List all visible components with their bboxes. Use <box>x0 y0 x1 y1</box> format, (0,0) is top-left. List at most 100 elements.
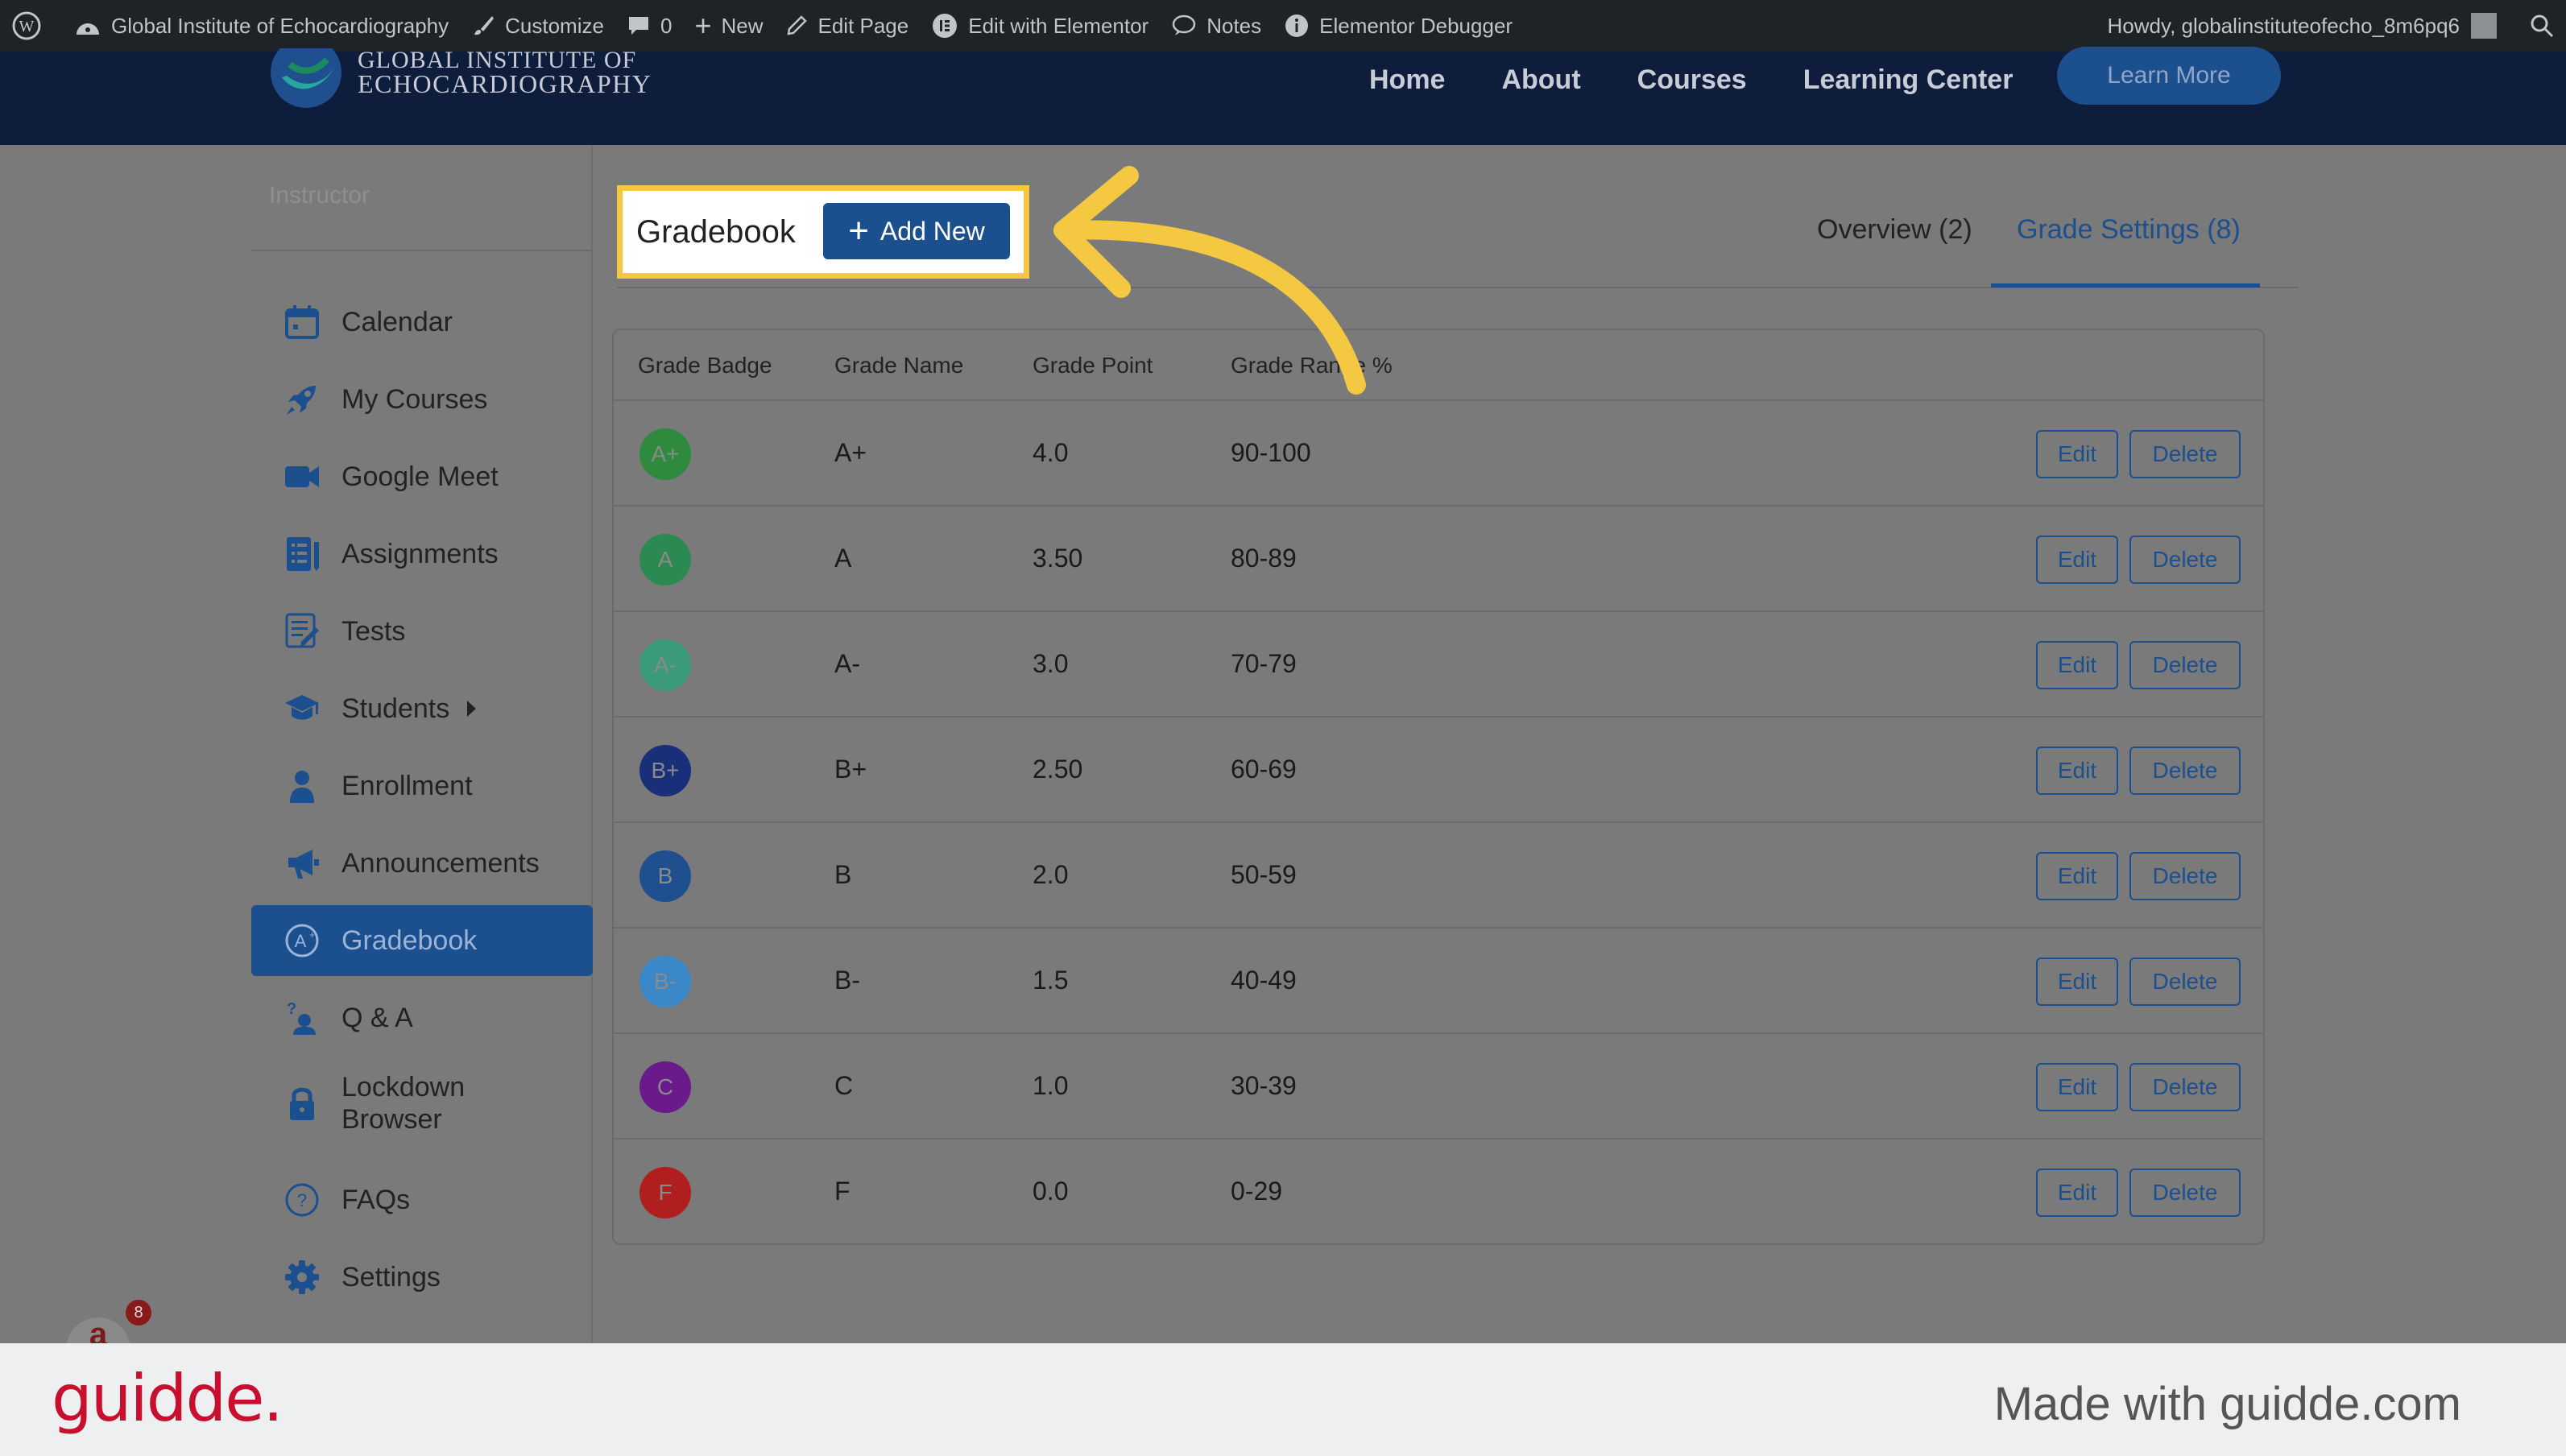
grade-range-cell: 90-100 <box>1231 438 1311 467</box>
edit-button[interactable]: Edit <box>2036 430 2118 478</box>
nav-courses[interactable]: Courses <box>1637 64 1747 96</box>
site-name-link[interactable]: Global Institute of Echocardiography <box>63 0 460 52</box>
delete-button[interactable]: Delete <box>2129 430 2241 478</box>
screen: W Global Institute of Echocardiography C… <box>0 0 2566 1456</box>
grade-badge: A <box>639 534 691 585</box>
sidebar-item-faqs[interactable]: ? FAQs <box>251 1164 593 1235</box>
sidebar-item-my-courses[interactable]: My Courses <box>251 364 593 435</box>
table-row: B- B- 1.5 40-49 Edit Delete <box>614 929 2263 1034</box>
delete-button[interactable]: Delete <box>2129 958 2241 1006</box>
sidebar-item-calendar[interactable]: Calendar <box>251 287 593 358</box>
sidebar-item-students[interactable]: Students <box>251 673 593 744</box>
sidebar-item-label: Assignments <box>341 538 499 569</box>
instructor-sidebar: Instructor Calendar My Courses Google Me… <box>0 145 593 1343</box>
sidebar-item-tests[interactable]: Tests <box>251 596 593 667</box>
edit-page-label: Edit Page <box>817 13 909 38</box>
edit-button[interactable]: Edit <box>2036 536 2118 584</box>
table-header: Grade Badge Grade Name Grade Point Grade… <box>614 330 2263 401</box>
avatar[interactable] <box>2471 13 2497 39</box>
nav-learning-center[interactable]: Learning Center <box>1803 64 2013 96</box>
notes-link[interactable]: Notes <box>1160 0 1273 52</box>
edit-button[interactable]: Edit <box>2036 641 2118 689</box>
main-nav: Home About Courses Learning Center <box>1369 52 2069 108</box>
grade-point-cell: 1.0 <box>1033 1071 1069 1100</box>
tab-overview[interactable]: Overview (2) <box>1817 214 1972 246</box>
megaphone-icon <box>284 845 321 882</box>
comments-link[interactable]: 0 <box>615 0 683 52</box>
edit-page-link[interactable]: Edit Page <box>774 0 920 52</box>
grade-name-cell: B <box>834 860 852 889</box>
edit-button[interactable]: Edit <box>2036 852 2118 900</box>
table-row: C C 1.0 30-39 Edit Delete <box>614 1034 2263 1140</box>
edit-elementor-link[interactable]: Edit with Elementor <box>920 0 1160 52</box>
sidebar-item-label: Enrollment <box>341 770 473 801</box>
sidebar-item-label: Students <box>341 693 450 724</box>
edit-button[interactable]: Edit <box>2036 747 2118 795</box>
info-icon <box>1285 14 1309 37</box>
user-icon <box>284 767 321 805</box>
delete-button[interactable]: Delete <box>2129 641 2241 689</box>
search-icon[interactable] <box>2529 13 2555 39</box>
nav-home[interactable]: Home <box>1369 64 1445 96</box>
sidebar-item-label: Gradebook <box>341 924 478 956</box>
nav-about[interactable]: About <box>1501 64 1580 96</box>
sidebar-item-announcements[interactable]: Announcements <box>251 828 593 899</box>
wordpress-logo-button[interactable]: W <box>0 0 63 52</box>
table-row: B B 2.0 50-59 Edit Delete <box>614 823 2263 929</box>
wp-admin-bar: W Global Institute of Echocardiography C… <box>0 0 2566 52</box>
customize-link[interactable]: Customize <box>460 0 615 52</box>
grade-badge: A+ <box>639 428 691 480</box>
svg-text:?: ? <box>287 1000 296 1018</box>
grade-name-cell: A- <box>834 649 860 678</box>
rocket-icon <box>284 381 321 418</box>
grade-point-cell: 1.5 <box>1033 966 1069 995</box>
gradebook-icon: A + <box>284 922 321 959</box>
site-name-label: Global Institute of Echocardiography <box>111 13 449 38</box>
edit-button[interactable]: Edit <box>2036 1169 2118 1217</box>
sidebar-item-lockdown-browser[interactable]: Lockdown Browser <box>251 1060 593 1147</box>
delete-button[interactable]: Delete <box>2129 1169 2241 1217</box>
add-new-button[interactable]: + Add New <box>823 203 1010 259</box>
sidebar-item-qa[interactable]: ? Q & A <box>251 982 593 1053</box>
gear-icon <box>284 1259 321 1296</box>
sidebar-item-enrollment[interactable]: Enrollment <box>251 751 593 821</box>
sidebar-item-google-meet[interactable]: Google Meet <box>251 441 593 512</box>
grade-name-cell: A <box>834 544 852 573</box>
sidebar-item-label: Tests <box>341 615 406 647</box>
svg-text:W: W <box>19 18 35 35</box>
delete-button[interactable]: Delete <box>2129 536 2241 584</box>
howdy-user-link[interactable]: Howdy, globalinstituteofecho_8m6pq6 <box>2108 14 2460 39</box>
learn-more-button[interactable]: Learn More <box>2057 47 2281 105</box>
delete-button[interactable]: Delete <box>2129 1063 2241 1111</box>
edit-button[interactable]: Edit <box>2036 1063 2118 1111</box>
add-new-label: Add New <box>879 216 985 246</box>
grade-point-cell: 0.0 <box>1033 1177 1069 1206</box>
adminbar-right: Howdy, globalinstituteofecho_8m6pq6 <box>2108 0 2555 52</box>
sidebar-item-gradebook[interactable]: A + Gradebook <box>251 905 593 976</box>
grade-range-cell: 60-69 <box>1231 755 1297 784</box>
guidde-footer: guidde. Made with guidde.com <box>0 1343 2566 1456</box>
table-row: A- A- 3.0 70-79 Edit Delete <box>614 612 2263 718</box>
column-header-grade-name: Grade Name <box>834 353 964 378</box>
qa-icon: ? <box>284 999 321 1036</box>
caret-right-icon[interactable] <box>467 701 477 717</box>
sidebar-item-settings[interactable]: Settings <box>251 1242 593 1313</box>
site-header: GLOBAL INSTITUTE OF ECHOCARDIOGRAPHY Hom… <box>0 47 2566 145</box>
pencil-icon <box>787 15 808 35</box>
sidebar-item-assignments[interactable]: Assignments <box>251 519 593 589</box>
new-content-link[interactable]: + New <box>683 0 774 52</box>
edit-button[interactable]: Edit <box>2036 958 2118 1006</box>
customize-label: Customize <box>505 13 604 38</box>
logo-mark-icon <box>271 48 341 108</box>
sidebar-item-label: FAQs <box>341 1184 411 1215</box>
delete-button[interactable]: Delete <box>2129 852 2241 900</box>
grade-range-cell: 50-59 <box>1231 860 1297 889</box>
tab-grade-settings[interactable]: Grade Settings (8) <box>2017 214 2241 246</box>
grade-range-cell: 70-79 <box>1231 649 1297 678</box>
delete-button[interactable]: Delete <box>2129 747 2241 795</box>
notes-label: Notes <box>1206 13 1262 38</box>
site-logo[interactable]: GLOBAL INSTITUTE OF ECHOCARDIOGRAPHY <box>266 47 685 118</box>
grade-name-cell: B- <box>834 966 860 995</box>
debugger-label: Elementor Debugger <box>1319 13 1513 38</box>
elementor-debugger-link[interactable]: Elementor Debugger <box>1273 0 1524 52</box>
